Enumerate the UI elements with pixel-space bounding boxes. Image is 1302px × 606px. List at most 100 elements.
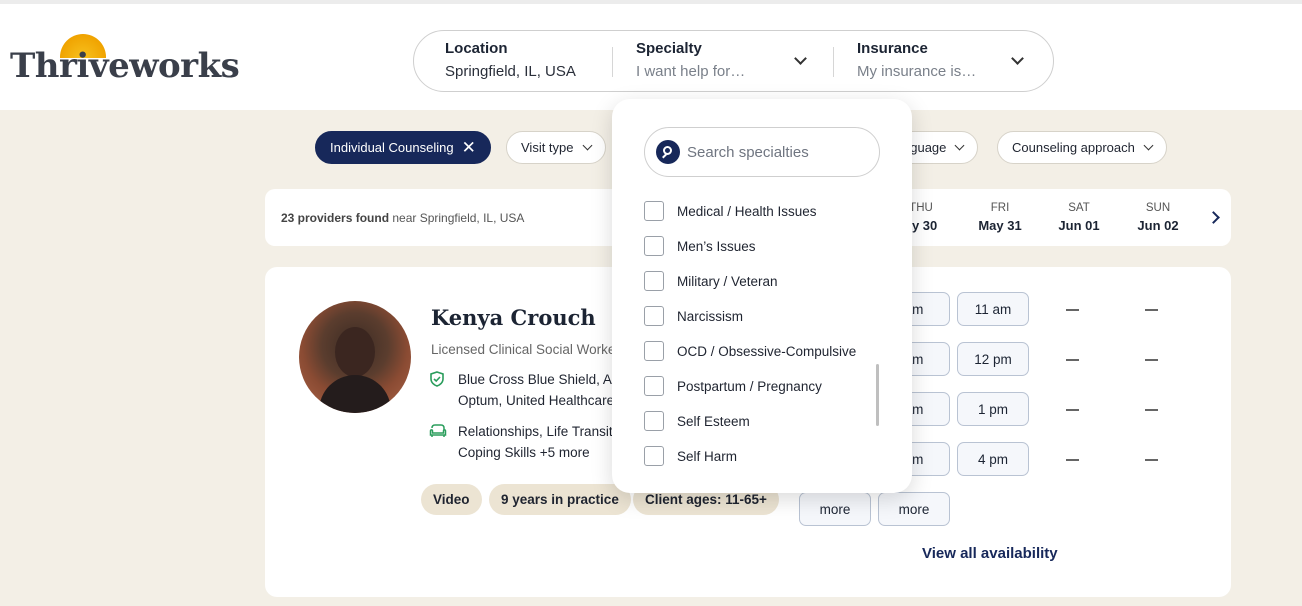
avatar-body [319,375,391,413]
time-slot[interactable]: 4 pm [957,442,1029,476]
filter-chip-visit-type[interactable]: Visit type [506,131,606,164]
no-availability-dash [1066,359,1079,361]
provider-search-bar: Location Springfield, IL, USA Specialty … [413,30,1054,92]
logo-text: Thriveworks [10,46,240,86]
provider-title: Licensed Clinical Social Worker [431,342,620,357]
location-label: Location [445,40,508,57]
day-date: Jun 01 [1058,218,1100,233]
more-slots-button[interactable]: more [878,492,950,526]
tag-video: Video [421,484,482,515]
provider-name[interactable]: Kenya Crouch [431,305,596,330]
chevron-down-icon [582,140,592,151]
focus-text: Relationships, Life Transitio Coping Ski… [458,421,628,463]
checkbox[interactable] [644,306,664,326]
day-date: May 31 [978,218,1022,233]
specialty-option-label: Self Esteem [677,413,750,429]
specialty-dropdown: Search specialties Medical / Health Issu… [612,99,912,493]
specialty-option[interactable]: Military / Veteran [644,271,778,291]
specialty-option[interactable]: Postpartum / Pregnancy [644,376,822,396]
day-name: FRI [990,202,1010,214]
specialty-option-label: Narcissism [677,308,743,324]
search-icon [656,140,680,164]
specialty-label: Specialty [636,40,702,57]
filter-chip-label: Counseling approach [1012,140,1135,155]
location-value: Springfield, IL, USA [445,63,576,80]
divider [833,47,834,77]
couch-icon [429,424,447,437]
specialty-option-label: Medical / Health Issues [677,203,817,219]
checkbox[interactable] [644,341,664,361]
checkbox[interactable] [644,201,664,221]
insurance-line: Optum, United Healthcare [458,393,615,408]
checkbox[interactable] [644,411,664,431]
insurance-placeholder: My insurance is… [857,63,977,80]
day-column-sun: SUN Jun 02 [1128,202,1188,233]
specialty-option[interactable]: OCD / Obsessive-Compulsive [644,341,856,361]
tag-experience: 9 years in practice [489,484,631,515]
checkbox[interactable] [644,271,664,291]
results-count-number: 23 providers found [281,211,390,225]
specialty-option[interactable]: Self Esteem [644,411,750,431]
checkbox[interactable] [644,236,664,256]
thriveworks-logo[interactable]: Thriveworks [10,32,240,88]
filter-chip-label: Individual Counseling [330,140,454,155]
insurance-chevron-down-icon[interactable] [1011,52,1024,65]
results-location: near Springfield, IL, USA [389,211,525,225]
time-slot[interactable]: 11 am [957,292,1029,326]
day-date: Jun 02 [1137,218,1179,233]
location-field[interactable]: Location Springfield, IL, USA [445,40,576,80]
focus-line: Relationships, Life Transitio [458,424,624,439]
search-placeholder: Search specialties [687,144,809,161]
checkbox[interactable] [644,446,664,466]
close-icon[interactable]: ✕ [462,139,476,156]
specialty-placeholder: I want help for… [636,63,746,80]
filter-chip-label: Visit type [521,140,574,155]
insurance-info: Blue Cross Blue Shield, An Optum, United… [429,369,619,413]
specialty-field[interactable]: Specialty I want help for… [636,40,816,80]
specialty-option-label: OCD / Obsessive-Compulsive [677,343,857,359]
view-all-availability-link[interactable]: View all availability [922,545,1058,562]
checkbox[interactable] [644,376,664,396]
avatar[interactable] [299,301,411,413]
no-availability-dash [1145,409,1158,411]
results-count: 23 providers found near Springfield, IL,… [281,211,524,225]
specialty-option[interactable]: Self Harm [644,446,737,466]
focus-line: Coping Skills +5 more [458,445,590,460]
insurance-field[interactable]: Insurance My insurance is… [857,40,1007,80]
specialty-option[interactable]: Narcissism [644,306,743,326]
avatar-face [335,327,375,377]
no-availability-dash [1145,459,1158,461]
specialty-option-label: Self Harm [677,448,738,464]
no-availability-dash [1066,409,1079,411]
specialty-option[interactable]: Medical / Health Issues [644,201,817,221]
chevron-right-icon[interactable] [1207,211,1220,224]
specialty-option-label: Military / Veteran [677,273,778,289]
no-availability-dash [1066,459,1079,461]
specialty-option-label: Postpartum / Pregnancy [677,378,822,394]
divider [612,47,613,77]
specialty-option[interactable]: Men’s Issues [644,236,756,256]
time-slot[interactable]: 1 pm [957,392,1029,426]
chevron-down-icon [1143,140,1154,151]
focus-info: Relationships, Life Transitio Coping Ski… [429,421,623,465]
more-slots-button[interactable]: more [799,492,871,526]
top-bar: Thriveworks Location Springfield, IL, US… [0,0,1302,110]
insurance-line: Blue Cross Blue Shield, An [458,372,620,387]
time-slot[interactable]: 12 pm [957,342,1029,376]
day-name: SAT [1068,202,1090,214]
specialty-option-label: Men’s Issues [677,238,756,254]
chevron-down-icon [954,140,965,151]
no-availability-dash [1145,359,1158,361]
insurance-text: Blue Cross Blue Shield, An Optum, United… [458,369,628,411]
day-column-fri: FRI May 31 [970,202,1030,233]
no-availability-dash [1066,309,1079,311]
insurance-label: Insurance [857,40,928,57]
no-availability-dash [1145,309,1158,311]
filter-chip-counseling-approach[interactable]: Counseling approach [997,131,1167,164]
filter-chip-individual-counseling[interactable]: Individual Counseling ✕ [315,131,491,164]
shield-check-icon [430,371,444,387]
day-name: SUN [1145,202,1171,214]
dropdown-scrollbar[interactable] [876,364,879,426]
specialty-search-input[interactable]: Search specialties [644,127,880,177]
day-column-sat: SAT Jun 01 [1049,202,1109,233]
